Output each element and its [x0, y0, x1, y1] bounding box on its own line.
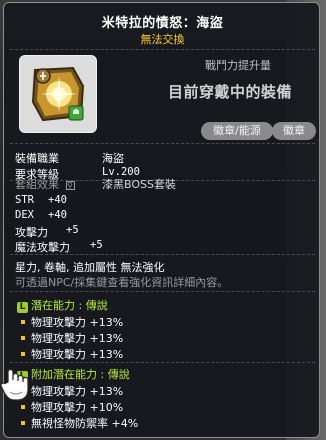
bullet-icon: [21, 405, 25, 409]
mitra-rage-emblem-icon: [31, 66, 85, 122]
additional-potential-title: 附加潛在能力 : 傳說: [31, 368, 130, 381]
potential-line-text: 物理攻擊力 +13%: [31, 316, 124, 329]
equip-status: 目前穿戴中的裝備: [168, 83, 293, 101]
divider: [10, 362, 315, 363]
additional-potential-line-text: 無視怪物防禦率 +4%: [31, 417, 139, 430]
stat-magic-name: 魔法攻擊力: [15, 241, 70, 254]
stat-magic-value: +5: [90, 239, 103, 251]
stat-dex-value: +40: [48, 209, 67, 221]
npc-note: 可透過NPC/採集鍵查看強化資訊詳細內容。: [15, 276, 229, 289]
stat-dex-name: DEX: [15, 209, 34, 221]
bullet-icon: [21, 352, 25, 356]
divider: [10, 49, 315, 50]
tag-emblem: 徽章: [272, 122, 316, 140]
enhance-note: 星力, 卷軸, 追加屬性 無法強化: [15, 261, 165, 274]
potential-header: L 潛在能力 : 傳說: [17, 297, 108, 313]
additional-potential-line: 物理攻擊力 +10%: [21, 399, 123, 415]
legendary-badge-icon: L: [17, 302, 28, 313]
divider: [10, 143, 315, 144]
tag-emblem-power: 徽章/能源: [201, 122, 273, 140]
stat-increase-label: 戰鬥力提升量: [205, 59, 271, 72]
stat-attack-name: 攻擊力: [15, 226, 48, 239]
stat-str-value: +40: [48, 194, 67, 206]
bullet-icon: [21, 421, 25, 425]
additional-potential-line-text: 物理攻擊力 +13%: [31, 385, 124, 398]
stat-attack-value: +5: [66, 224, 79, 236]
divider: [10, 291, 315, 292]
additional-potential-line-text: 物理攻擊力 +10%: [31, 401, 124, 414]
search-icon: ⚲: [65, 181, 75, 190]
divider: [10, 254, 315, 255]
additional-potential-line: 無視怪物防禦率 +4%: [21, 415, 138, 431]
hand-cursor-icon: [0, 368, 29, 401]
set-value: 漆黑BOSS套裝: [102, 178, 176, 191]
set-label: 套組效果 ⚲: [15, 176, 75, 192]
job-row: 裝備職業: [15, 150, 59, 166]
potential-title: 潛在能力 : 傳說: [31, 299, 108, 312]
item-tooltip: 米特拉的憤怒：海盜 無法交換 戰鬥力提升量 目前穿戴中的裝備 徽章/能源 徽章 …: [3, 2, 320, 438]
bullet-icon: [21, 320, 25, 324]
job-value: 海盜: [102, 152, 124, 165]
item-name: 米特拉的憤怒：海盜: [101, 16, 224, 31]
potential-line: 物理攻擊力 +13%: [21, 314, 123, 330]
bullet-icon: [21, 336, 25, 340]
potential-line-text: 物理攻擊力 +13%: [31, 348, 124, 361]
additional-potential-line: 物理攻擊力 +13%: [21, 383, 123, 399]
potential-line: 物理攻擊力 +13%: [21, 330, 123, 346]
stat-str-name: STR: [15, 194, 34, 206]
potential-line: 物理攻擊力 +13%: [21, 346, 123, 362]
job-label: 裝備職業: [15, 152, 59, 165]
additional-potential-header: L附加潛在能力 : 傳說: [17, 366, 130, 382]
item-icon-frame: [19, 55, 97, 133]
potential-line-text: 物理攻擊力 +13%: [31, 332, 124, 345]
set-label-text: 套組效果: [15, 178, 59, 191]
trade-status: 無法交換: [140, 33, 185, 46]
